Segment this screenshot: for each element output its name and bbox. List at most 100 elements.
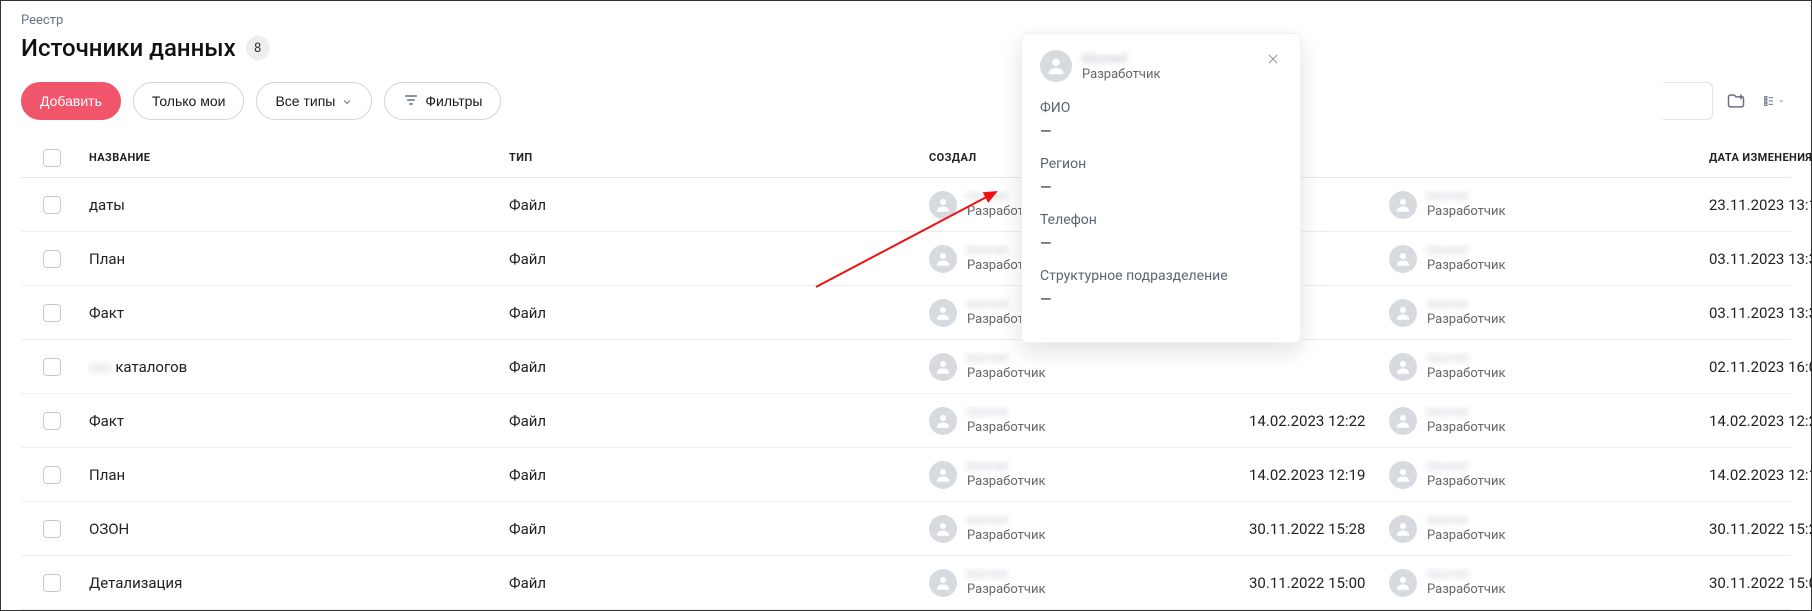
table-row[interactable]: ПланФайлblurredРазработчик14.02.2023 12:… [21, 448, 1791, 502]
row-created-date: 14.02.2023 12:19 [1241, 466, 1381, 484]
table-row[interactable]: ПланФайлblurredРазработчикblurredРазрабо… [21, 232, 1791, 286]
data-table: Название Тип Создал Дата изменения датыФ… [21, 138, 1791, 610]
row-modified-date: 30.11.2022 15:28 [1701, 520, 1812, 538]
filters-icon [403, 92, 419, 111]
avatar [929, 515, 957, 543]
popover-field: Регион — [1040, 156, 1282, 196]
popover-field-value: — [1040, 178, 1282, 196]
popover-field-label: ФИО [1040, 100, 1282, 116]
user-role: Разработчик [1427, 205, 1506, 219]
user-name-redacted: blurred [967, 352, 1046, 366]
column-name[interactable]: Название [81, 151, 501, 164]
row-checkbox[interactable] [43, 196, 61, 214]
row-type: Файл [501, 466, 921, 484]
row-created-by[interactable]: blurredРазработчик [921, 352, 1241, 381]
row-modified-date: 14.02.2023 12:22 [1701, 412, 1812, 430]
row-name: Факт [81, 412, 501, 430]
table-row[interactable]: ОЗОНФайлblurredРазработчик30.11.2022 15:… [21, 502, 1791, 556]
row-modified-by[interactable]: blurredРазработчик [1381, 514, 1701, 543]
user-name-redacted: blurred [1427, 190, 1506, 204]
row-created-by[interactable]: blurredРазработчик [921, 460, 1241, 489]
user-role: Разработчик [967, 529, 1046, 543]
page-title: Источники данных [21, 34, 236, 62]
row-created-date: 30.11.2022 15:00 [1241, 574, 1381, 592]
user-role: Разработчик [1427, 583, 1506, 597]
popover-field-label: Телефон [1040, 212, 1282, 228]
row-created-by[interactable]: blurredРазработчик [921, 568, 1241, 597]
table-row[interactable]: ФактФайлblurredРазработчик14.02.2023 12:… [21, 394, 1791, 448]
user-name-redacted: blurred [1427, 514, 1506, 528]
table-row[interactable]: ФактФайлblurredРазработчикblurredРазрабо… [21, 286, 1791, 340]
table-row[interactable]: ДетализацияФайлblurredРазработчик30.11.2… [21, 556, 1791, 610]
user-name-redacted: blurred [967, 406, 1046, 420]
row-modified-by[interactable]: blurredРазработчик [1381, 568, 1701, 597]
row-checkbox[interactable] [43, 574, 61, 592]
user-name-redacted: blurred [1427, 298, 1506, 312]
table-row[interactable]: xxxкаталоговФайлblurredРазработчикblurre… [21, 340, 1791, 394]
row-modified-date: 03.11.2023 13:33 [1701, 304, 1812, 322]
column-modified[interactable]: Дата изменения [1701, 151, 1812, 164]
popover-field-value: — [1040, 122, 1282, 140]
row-checkbox[interactable] [43, 466, 61, 484]
row-type: Файл [501, 358, 921, 376]
row-modified-by[interactable]: blurredРазработчик [1381, 244, 1701, 273]
row-type: Файл [501, 196, 921, 214]
popover-field-label: Регион [1040, 156, 1282, 172]
user-role: Разработчик [967, 367, 1046, 381]
avatar [929, 407, 957, 435]
row-checkbox[interactable] [43, 412, 61, 430]
all-types-dropdown[interactable]: Все типы [256, 82, 372, 120]
row-checkbox[interactable] [43, 358, 61, 376]
breadcrumb[interactable]: Реестр [21, 13, 1791, 28]
avatar [929, 569, 957, 597]
row-modified-by[interactable]: blurredРазработчик [1381, 298, 1701, 327]
add-button[interactable]: Добавить [21, 82, 121, 120]
avatar [1389, 461, 1417, 489]
search-input-edge[interactable] [1663, 82, 1713, 120]
row-checkbox[interactable] [43, 304, 61, 322]
row-created-date: 14.02.2023 12:22 [1241, 412, 1381, 430]
avatar [1389, 353, 1417, 381]
add-folder-icon[interactable] [1725, 90, 1747, 112]
user-name-redacted: blurred [1427, 352, 1506, 366]
user-name-redacted: blurred [1427, 460, 1506, 474]
toolbar: Добавить Только мои Все типы Фильтры [21, 82, 1791, 120]
select-all-checkbox[interactable] [43, 149, 61, 167]
row-type: Файл [501, 250, 921, 268]
only-mine-button[interactable]: Только мои [133, 82, 245, 120]
row-checkbox[interactable] [43, 250, 61, 268]
row-modified-date: 14.02.2023 12:19 [1701, 466, 1812, 484]
column-type[interactable]: Тип [501, 151, 921, 164]
avatar [1389, 191, 1417, 219]
avatar [1389, 515, 1417, 543]
row-modified-by[interactable]: blurredРазработчик [1381, 190, 1701, 219]
row-type: Файл [501, 304, 921, 322]
row-name: План [81, 466, 501, 484]
view-options-dropdown[interactable] [1763, 90, 1785, 112]
user-name-redacted: blurred [967, 568, 1046, 582]
row-checkbox[interactable] [43, 520, 61, 538]
count-badge: 8 [246, 36, 270, 60]
table-row[interactable]: датыФайлblurredРазработчикblurredРазрабо… [21, 178, 1791, 232]
user-role: Разработчик [1427, 529, 1506, 543]
user-role: Разработчик [1427, 367, 1506, 381]
user-role: Разработчик [1427, 475, 1506, 489]
close-icon[interactable] [1264, 50, 1282, 68]
row-modified-by[interactable]: blurredРазработчик [1381, 352, 1701, 381]
row-created-by[interactable]: blurredРазработчик [921, 514, 1241, 543]
popover-field-value: — [1040, 234, 1282, 252]
avatar [929, 461, 957, 489]
avatar [929, 353, 957, 381]
popover-field: ФИО — [1040, 100, 1282, 140]
row-created-by[interactable]: blurredРазработчик [921, 406, 1241, 435]
popover-field-value: — [1040, 290, 1282, 308]
user-role: Разработчик [967, 583, 1046, 597]
user-popover: blurred Разработчик ФИО—Регион—Телефон—С… [1021, 33, 1301, 343]
row-modified-by[interactable]: blurredРазработчик [1381, 460, 1701, 489]
filters-button[interactable]: Фильтры [384, 82, 501, 120]
row-type: Файл [501, 520, 921, 538]
row-name: План [81, 250, 501, 268]
row-modified-by[interactable]: blurredРазработчик [1381, 406, 1701, 435]
user-name-redacted: blurred [1427, 406, 1506, 420]
row-created-date: 30.11.2022 15:28 [1241, 520, 1381, 538]
